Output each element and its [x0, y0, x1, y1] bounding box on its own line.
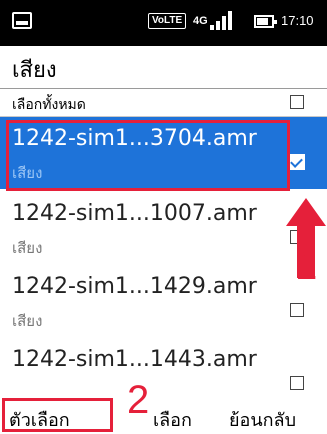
file-type: เสียง	[12, 312, 43, 330]
battery-icon	[254, 15, 277, 28]
status-bar: VoLTE 4G 17:10	[0, 0, 327, 46]
file-type: เสียง	[12, 239, 43, 257]
select-all-label: เลือกทั้งหมด	[12, 97, 86, 113]
page-title: เสียง	[12, 58, 57, 83]
select-all-row[interactable]: เลือกทั้งหมด	[0, 88, 327, 116]
step-2-label: 2	[127, 378, 150, 422]
step-1-label: 1	[295, 244, 318, 288]
network-type: 4G	[193, 15, 208, 27]
clock: 17:10	[281, 13, 314, 28]
list-item[interactable]: 1242-sim1...1429.amr เสียง	[0, 265, 327, 337]
back-button[interactable]: ย้อนกลับ	[229, 405, 296, 434]
file-name: 1242-sim1...1443.amr	[12, 347, 257, 372]
file-name: 1242-sim1...1429.amr	[12, 274, 257, 299]
item-checkbox[interactable]	[289, 154, 305, 170]
list-item[interactable]: 1242-sim1...1007.amr เสียง	[0, 192, 327, 264]
signal-strength-icon	[210, 10, 236, 30]
item-checkbox[interactable]	[290, 303, 304, 317]
sim-card-icon	[12, 12, 32, 29]
file-name: 1242-sim1...1007.amr	[12, 201, 257, 226]
select-button[interactable]: เลือก	[153, 405, 192, 434]
selected-item-highlight	[6, 120, 290, 191]
volte-badge: VoLTE	[148, 13, 187, 29]
options-button-highlight	[2, 398, 113, 432]
item-checkbox[interactable]	[290, 376, 304, 390]
select-all-checkbox[interactable]	[290, 95, 304, 109]
